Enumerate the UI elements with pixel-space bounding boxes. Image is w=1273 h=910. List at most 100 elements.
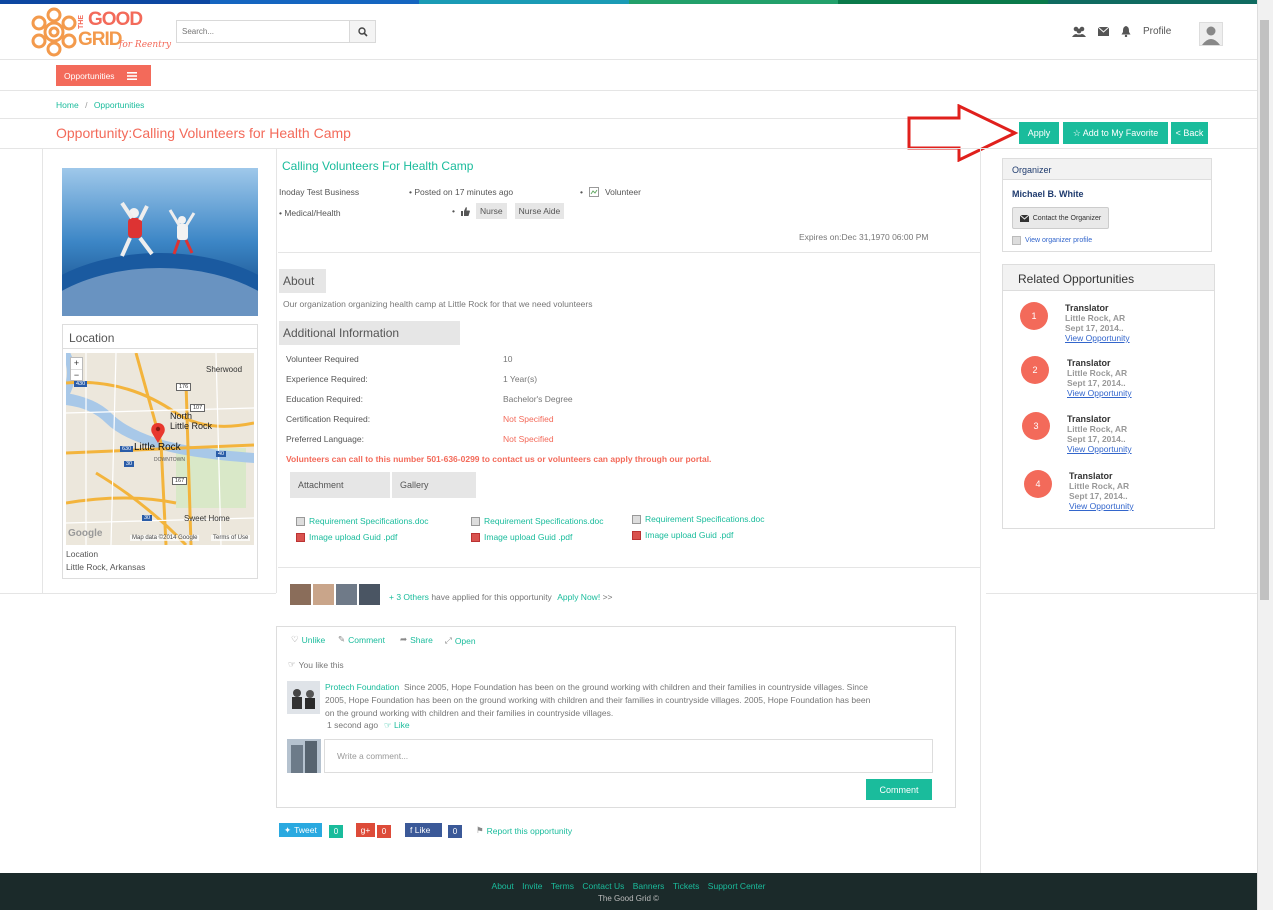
- applicant-avatar[interactable]: [359, 584, 380, 605]
- scrollbar-thumb[interactable]: [1260, 20, 1269, 600]
- brand-the: THE: [78, 15, 85, 29]
- attachment-pdf-3[interactable]: Image upload Guid .pdf: [632, 530, 733, 540]
- facebook-like-button[interactable]: f Like: [405, 823, 442, 837]
- map-shield-176: 176: [176, 383, 192, 391]
- zoom-in-button[interactable]: +: [71, 358, 82, 369]
- footer-invite[interactable]: Invite: [522, 881, 542, 891]
- about-text: Our organization organizing health camp …: [283, 299, 593, 309]
- map-terms-link[interactable]: Terms of Use: [211, 535, 251, 541]
- tab-gallery[interactable]: Gallery: [392, 472, 476, 498]
- profile-link[interactable]: Profile: [1143, 26, 1171, 37]
- footer-about[interactable]: About: [492, 881, 514, 891]
- applicant-avatar[interactable]: [313, 584, 334, 605]
- info-label-volunteers: Volunteer Required: [286, 354, 359, 364]
- attachment-pdf-1[interactable]: Image upload Guid .pdf: [296, 532, 397, 542]
- tag-nurse-aide[interactable]: Nurse Aide: [514, 203, 565, 219]
- submit-comment-button[interactable]: Comment: [866, 779, 932, 800]
- related-item-1: Translator Little Rock, AR Sept 17, 2014…: [1065, 303, 1130, 343]
- tab-attachment[interactable]: Attachment: [290, 472, 390, 498]
- attachment-doc-3[interactable]: Requirement Specifications.doc: [632, 514, 765, 524]
- share-button[interactable]: ➦ Share: [400, 634, 433, 645]
- info-value-certification: Not Specified: [503, 414, 554, 424]
- add-favorite-button[interactable]: ☆ Add to My Favorite: [1063, 122, 1168, 144]
- breadcrumb-opportunities[interactable]: Opportunities: [94, 100, 145, 110]
- zoom-out-button[interactable]: −: [71, 369, 82, 380]
- column-divider: [42, 148, 43, 593]
- tag-nurse[interactable]: Nurse: [475, 203, 507, 219]
- apply-now-link[interactable]: Apply Now!: [557, 592, 600, 602]
- gplus-button[interactable]: g+: [356, 823, 375, 837]
- footer-banners[interactable]: Banners: [633, 881, 665, 891]
- share-arrow-icon: ➦: [400, 634, 408, 644]
- comment-line-3: on the ground working with children and …: [325, 708, 614, 718]
- attachment-doc-2[interactable]: Requirement Specifications.doc: [471, 516, 604, 526]
- footer-tickets[interactable]: Tickets: [673, 881, 700, 891]
- location-map[interactable]: + − Sherwood North Little Rock Little Ro…: [66, 353, 254, 545]
- footer-contact[interactable]: Contact Us: [582, 881, 624, 891]
- view-profile-label: View organizer profile: [1025, 237, 1093, 244]
- applicant-avatar[interactable]: [290, 584, 311, 605]
- location-label: Location: [66, 549, 99, 559]
- attachment-pdf-2[interactable]: Image upload Guid .pdf: [471, 532, 572, 542]
- comment-input[interactable]: Write a comment...: [324, 739, 933, 773]
- unlike-label: Unlike: [301, 634, 326, 645]
- open-label: Open: [454, 635, 476, 646]
- breadcrumb: Home / Opportunities: [56, 100, 144, 110]
- comment-like-button[interactable]: ☞ Like: [384, 720, 410, 731]
- contact-organizer-button[interactable]: Contact the Organizer: [1012, 207, 1109, 229]
- map-label-sweet-home: Sweet Home: [184, 514, 230, 523]
- footer-copyright: The Good Grid ©: [597, 894, 660, 903]
- map-shield-107: 107: [190, 404, 206, 412]
- user-avatar[interactable]: [1199, 22, 1223, 46]
- view-opportunity-link[interactable]: View Opportunity: [1067, 388, 1132, 398]
- breadcrumb-home[interactable]: Home: [56, 100, 79, 110]
- commenter-name[interactable]: Protech Foundation: [325, 682, 399, 692]
- envelope-icon[interactable]: [1098, 27, 1109, 36]
- divider: [278, 567, 980, 568]
- divider: [0, 593, 276, 594]
- people-icon[interactable]: [1072, 26, 1086, 37]
- view-opportunity-link[interactable]: View Opportunity: [1069, 501, 1134, 511]
- opportunities-menu-button[interactable]: Opportunities: [56, 65, 151, 86]
- pdf-file-icon: [632, 530, 641, 540]
- related-number-badge: 1: [1020, 302, 1048, 330]
- bell-icon[interactable]: [1121, 26, 1131, 37]
- related-place: Little Rock, AR: [1067, 368, 1128, 378]
- footer-terms[interactable]: Terms: [551, 881, 574, 891]
- unlike-button[interactable]: ♡ Unlike: [291, 634, 325, 645]
- related-place: Little Rock, AR: [1069, 481, 1130, 491]
- view-opportunity-link[interactable]: View Opportunity: [1065, 333, 1130, 343]
- info-label-experience: Experience Required:: [286, 374, 368, 384]
- profile-card-icon: [1012, 236, 1021, 245]
- open-button[interactable]: ⤢ Open: [445, 635, 476, 646]
- footer-support[interactable]: Support Center: [708, 881, 766, 891]
- location-panel: Location + − Sherwood North Little Rock …: [62, 324, 258, 579]
- apply-button[interactable]: Apply: [1019, 122, 1059, 144]
- others-link[interactable]: + 3 Others: [389, 592, 429, 602]
- opportunity-image: [62, 168, 258, 316]
- back-button[interactable]: < Back: [1171, 122, 1208, 144]
- map-shield-30: 30: [124, 461, 135, 467]
- view-opportunity-link[interactable]: View Opportunity: [1067, 444, 1132, 454]
- search-button[interactable]: [349, 21, 375, 42]
- doc-file-icon: [632, 514, 641, 524]
- view-organizer-profile[interactable]: View organizer profile: [1012, 236, 1092, 245]
- comment-action-button[interactable]: ✎ Comment: [338, 634, 385, 645]
- gear-logo-icon: [31, 7, 77, 57]
- organizer-name[interactable]: Michael B. White: [1012, 189, 1084, 199]
- attachment-doc-2-label: Requirement Specifications.doc: [484, 516, 604, 526]
- report-link[interactable]: ⚑ Report this opportunity: [476, 825, 572, 836]
- opportunity-heading: Calling Volunteers For Health Camp: [282, 159, 474, 173]
- additional-info-heading: Additional Information: [279, 321, 460, 345]
- tweet-button[interactable]: ✦ Tweet: [279, 823, 322, 837]
- applicant-avatar[interactable]: [336, 584, 357, 605]
- site-logo[interactable]: THE GOOD GRID for Reentry: [30, 7, 175, 57]
- search-input[interactable]: [177, 21, 349, 42]
- attachment-doc-1[interactable]: Requirement Specifications.doc: [296, 516, 429, 526]
- applicants-summary: + 3 Others have applied for this opportu…: [389, 592, 613, 602]
- map-shield-430: 430: [74, 381, 88, 387]
- commenter-avatar[interactable]: [287, 681, 320, 714]
- pdf-file-icon: [471, 532, 480, 542]
- info-value-experience: 1 Year(s): [503, 374, 538, 384]
- flag-icon: ⚑: [476, 825, 484, 835]
